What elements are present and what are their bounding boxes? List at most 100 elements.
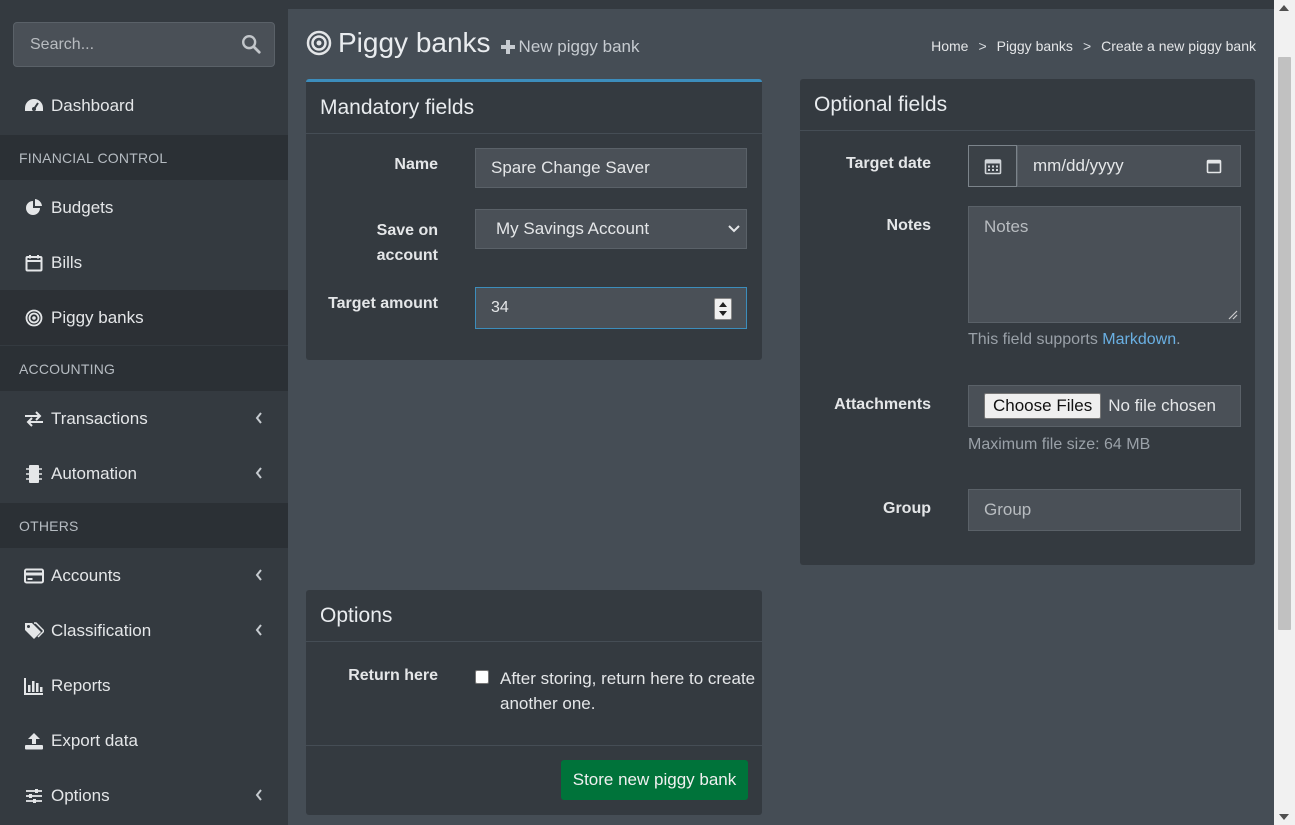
scroll-thumb[interactable] [1278, 57, 1291, 630]
return-here-label: Return here [348, 667, 438, 684]
calendar-icon [984, 159, 1001, 175]
sidebar-item-budgets[interactable]: Budgets [0, 180, 288, 235]
main-content: Piggy banks New piggy bank Home > Piggy … [288, 9, 1274, 825]
sidebar-item-label: Classification [51, 620, 152, 640]
exchange-icon [24, 409, 44, 429]
notes-placeholder: Notes [984, 217, 1029, 236]
chevron-left-icon [255, 569, 262, 581]
sidebar-header-accounting: ACCOUNTING [0, 346, 288, 391]
sidebar-header-others: OTHERS [0, 503, 288, 548]
name-label: Name [394, 156, 438, 173]
sidebar-item-dashboard[interactable]: Dashboard [0, 78, 288, 133]
stepper-arrows-icon [719, 302, 727, 316]
account-label-line-2: account [376, 247, 438, 264]
group-placeholder: Group [984, 500, 1032, 519]
tachometer-icon [24, 96, 44, 116]
account-select[interactable]: My Savings Account [475, 209, 747, 249]
sidebar-item-reports[interactable]: Reports [0, 658, 288, 713]
markdown-link[interactable]: Markdown [1102, 331, 1176, 348]
sidebar-item-bills[interactable]: Bills [0, 235, 288, 290]
account-label-line-1: Save on [376, 222, 438, 239]
chevron-left-icon [255, 467, 262, 479]
target-date-input[interactable]: mm/dd/yyyy [1017, 145, 1241, 187]
page-title: Piggy banks [338, 27, 491, 58]
max-file-size-text: Maximum file size: 64 MB [968, 436, 1151, 453]
sidebar-item-label: Dashboard [51, 95, 135, 115]
sidebar-item-transactions[interactable]: Transactions [0, 391, 288, 446]
target-amount-input[interactable]: 34 [475, 287, 747, 329]
search-box [13, 22, 275, 67]
account-select-value: My Savings Account [496, 219, 650, 238]
markdown-help-suffix: . [1176, 331, 1181, 348]
date-addon [968, 145, 1017, 187]
calendar-picker-icon[interactable] [1206, 158, 1222, 174]
return-here-checkbox[interactable] [475, 670, 489, 684]
notes-textarea[interactable]: Notes [968, 206, 1241, 323]
sidebar-item-classification[interactable]: Classification [0, 603, 288, 658]
new-piggy-bank-link[interactable]: New piggy bank [500, 37, 640, 57]
scroll-down-icon[interactable] [1279, 814, 1289, 820]
calendar-icon [24, 253, 44, 273]
target-date-placeholder: mm/dd/yyyy [1033, 156, 1124, 175]
breadcrumb-separator: > [1082, 38, 1092, 54]
sidebar-item-label: Accounts [51, 565, 121, 585]
breadcrumb-current: Create a new piggy bank [1101, 38, 1256, 54]
group-input[interactable]: Group [968, 489, 1241, 531]
attachments-input: Choose Files No file chosen [968, 385, 1241, 427]
sliders-icon [24, 786, 44, 806]
optional-fields-card: Optional fields Target date mm/dd/yyyy N… [800, 79, 1255, 565]
sidebar-item-label: Export data [51, 730, 138, 750]
sidebar-item-label: Options [51, 785, 110, 805]
sidebar: Dashboard FINANCIAL CONTROL Budgets Bill… [0, 0, 288, 825]
store-new-piggy-bank-button[interactable]: Store new piggy bank [561, 760, 748, 800]
pie-chart-icon [24, 198, 44, 218]
sidebar-item-export-data[interactable]: Export data [0, 713, 288, 768]
scroll-up-icon[interactable] [1279, 5, 1289, 11]
chevron-down-icon [728, 225, 740, 233]
mandatory-fields-card: Mandatory fields Name Spare Change Saver… [306, 79, 762, 360]
sidebar-item-accounts[interactable]: Accounts [0, 548, 288, 603]
return-here-text-line-1: After storing, return here to create [500, 669, 756, 688]
scrollbar[interactable] [1274, 0, 1295, 825]
sidebar-item-label: Transactions [51, 408, 148, 428]
target-amount-label: Target amount [328, 295, 438, 312]
notes-label: Notes [886, 217, 931, 234]
sidebar-item-label: Bills [51, 252, 83, 272]
group-label: Group [883, 500, 931, 517]
sidebar-item-piggy-banks[interactable]: Piggy banks [0, 290, 288, 345]
plus-icon [500, 40, 515, 54]
bullseye-icon [24, 308, 44, 328]
markdown-help: This field supports Markdown. [968, 331, 1181, 349]
sidebar-item-options[interactable]: Options [0, 768, 288, 823]
return-here-text: After storing, return here to create ano… [500, 666, 755, 716]
sidebar-item-label: Reports [51, 675, 111, 695]
top-strip [288, 0, 1274, 9]
optional-fields-title: Optional fields [800, 79, 1255, 131]
sidebar-item-label: Piggy banks [51, 307, 144, 327]
new-piggy-bank-label: New piggy bank [518, 37, 640, 56]
credit-card-icon [24, 566, 44, 586]
options-card: Options Return here After storing, retur… [306, 590, 762, 815]
number-stepper[interactable] [714, 298, 732, 320]
choose-files-button[interactable]: Choose Files [984, 393, 1102, 419]
chevron-left-icon [255, 789, 262, 801]
bullseye-icon [306, 30, 332, 56]
return-here-text-line-2: another one. [500, 694, 596, 713]
target-amount-value: 34 [491, 299, 509, 316]
breadcrumb-separator: > [978, 38, 987, 54]
options-title: Options [306, 590, 762, 642]
no-file-chosen-text: No file chosen [1108, 396, 1216, 415]
sidebar-item-label: Automation [51, 463, 137, 483]
bar-chart-icon [24, 676, 44, 696]
breadcrumb-home[interactable]: Home [931, 38, 968, 54]
name-input[interactable]: Spare Change Saver [475, 148, 747, 188]
search-input[interactable] [14, 23, 234, 66]
attachments-label: Attachments [834, 396, 931, 413]
upload-icon [24, 731, 44, 751]
resize-handle-icon[interactable] [1228, 310, 1238, 320]
microchip-icon [24, 464, 44, 484]
sidebar-item-automation[interactable]: Automation [0, 446, 288, 501]
breadcrumb-piggy-banks[interactable]: Piggy banks [997, 38, 1073, 54]
search-icon[interactable] [240, 33, 264, 57]
sidebar-item-label: Budgets [51, 197, 114, 217]
